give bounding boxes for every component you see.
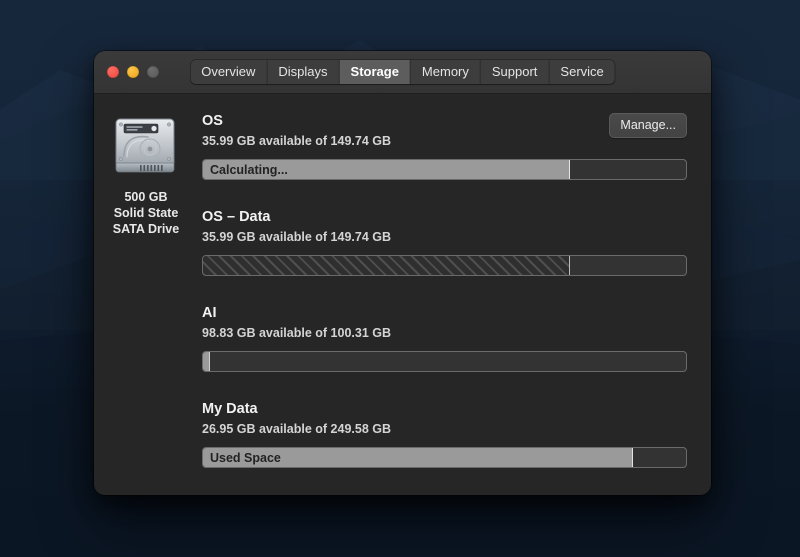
volume-list: OS 35.99 GB available of 149.74 GB Manag…	[198, 94, 711, 495]
drive-type-line2: SATA Drive	[112, 222, 180, 236]
window-titlebar: Overview Displays Storage Memory Support…	[94, 51, 711, 94]
drive-summary: 500 GB Solid State SATA Drive	[94, 94, 198, 495]
storage-bar-fill	[203, 256, 571, 275]
volume-availability: 35.99 GB available of 149.74 GB	[202, 230, 391, 244]
storage-bar[interactable]	[202, 255, 687, 276]
volume-availability: 26.95 GB available of 249.58 GB	[202, 422, 391, 436]
volume-row-os: OS 35.99 GB available of 149.74 GB Manag…	[202, 112, 687, 180]
tab-memory[interactable]: Memory	[410, 60, 481, 84]
storage-bar[interactable]: Calculating...	[202, 159, 687, 180]
drive-description: 500 GB Solid State SATA Drive	[113, 189, 179, 237]
storage-bar[interactable]: Used Space	[202, 447, 687, 468]
volume-header: OS 35.99 GB available of 149.74 GB Manag…	[202, 112, 687, 149]
drive-capacity: 500 GB	[124, 190, 168, 204]
volume-name: OS	[202, 113, 223, 129]
manage-button[interactable]: Manage...	[609, 113, 687, 138]
minimize-button[interactable]	[127, 66, 139, 78]
volume-availability: 35.99 GB available of 149.74 GB	[202, 134, 391, 148]
tab-overview[interactable]: Overview	[190, 60, 268, 84]
drive-type-line1: Solid State	[113, 206, 179, 220]
tab-bar: Overview Displays Storage Memory Support…	[190, 60, 615, 84]
volume-name: OS – Data	[202, 209, 271, 225]
volume-name: My Data	[202, 401, 258, 417]
volume-header: OS – Data 35.99 GB available of 149.74 G…	[202, 208, 687, 245]
window-controls	[107, 66, 159, 78]
volume-row-my-data: My Data 26.95 GB available of 249.58 GB …	[202, 400, 687, 468]
volume-header: My Data 26.95 GB available of 249.58 GB	[202, 400, 687, 437]
storage-bar-fill	[203, 448, 633, 467]
hard-drive-icon	[115, 118, 175, 173]
storage-pane: 500 GB Solid State SATA Drive OS 35.99 G…	[94, 94, 711, 495]
zoom-button[interactable]	[147, 66, 159, 78]
storage-bar-fill	[203, 160, 571, 179]
tab-support[interactable]: Support	[480, 60, 550, 84]
about-this-mac-window: Overview Displays Storage Memory Support…	[94, 51, 711, 495]
volume-header: AI 98.83 GB available of 100.31 GB	[202, 304, 687, 341]
volume-row-os-data: OS – Data 35.99 GB available of 149.74 G…	[202, 208, 687, 276]
close-button[interactable]	[107, 66, 119, 78]
tab-displays[interactable]: Displays	[267, 60, 340, 84]
storage-bar-fill	[203, 352, 211, 371]
tab-storage[interactable]: Storage	[339, 60, 411, 84]
storage-bar[interactable]	[202, 351, 687, 372]
tab-service[interactable]: Service	[549, 60, 615, 84]
volume-row-ai: AI 98.83 GB available of 100.31 GB	[202, 304, 687, 372]
volume-availability: 98.83 GB available of 100.31 GB	[202, 326, 391, 340]
volume-name: AI	[202, 305, 217, 321]
